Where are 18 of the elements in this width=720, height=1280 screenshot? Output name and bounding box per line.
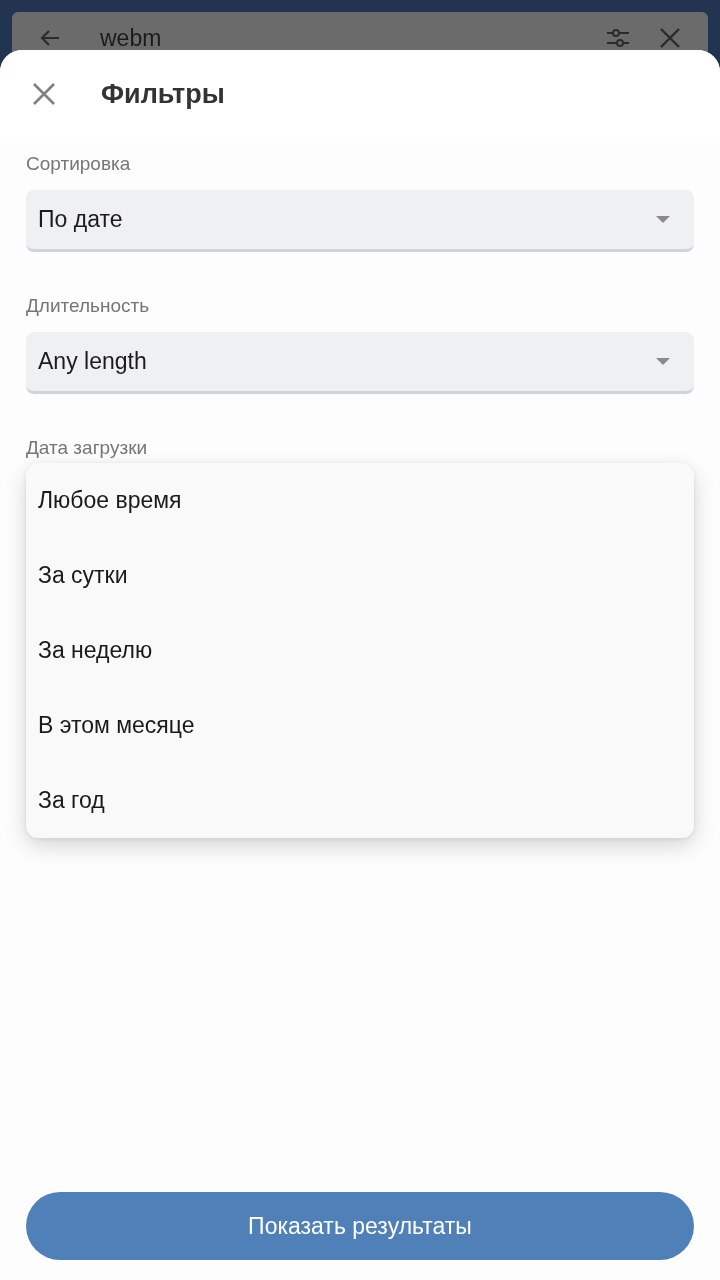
menu-item[interactable]: За год (26, 763, 694, 838)
menu-item[interactable]: В этом месяце (26, 688, 694, 763)
caret-icon (656, 216, 670, 223)
close-icon[interactable] (658, 26, 682, 50)
sheet-title: Фильтры (101, 77, 225, 110)
dropdown-field[interactable]: Any length (26, 332, 694, 394)
field-label: Сортировка (26, 153, 131, 175)
show-results-button[interactable]: Показать результаты (26, 1192, 694, 1260)
dropdown-field[interactable]: По дате (26, 190, 694, 252)
sliders-icon[interactable] (606, 26, 630, 50)
close-icon (32, 81, 56, 106)
field-label: Дата загрузки (26, 437, 148, 459)
caret-icon (656, 358, 670, 365)
menu-item[interactable]: Любое время (26, 463, 694, 538)
menu-item[interactable]: За сутки (26, 538, 694, 613)
menu-item[interactable]: За неделю (26, 613, 694, 688)
field-label: Длительность (26, 295, 150, 317)
close-button[interactable] (32, 81, 56, 106)
